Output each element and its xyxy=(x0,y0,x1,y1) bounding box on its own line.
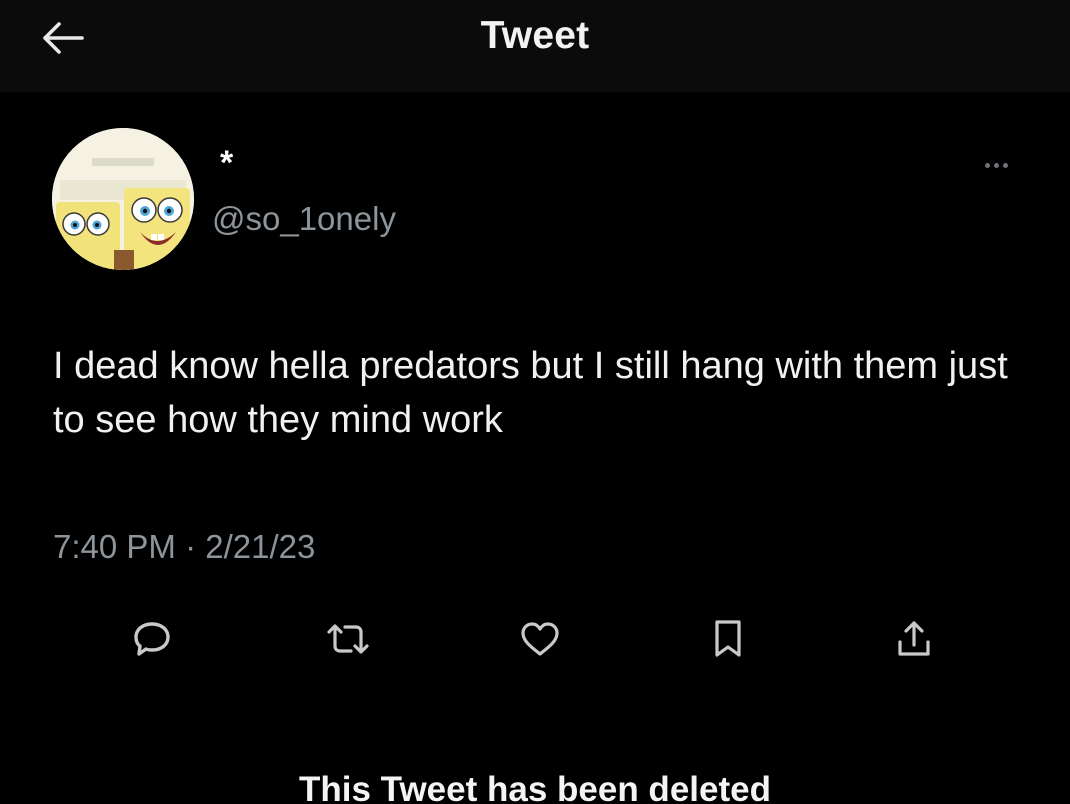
bookmark-button[interactable] xyxy=(700,614,756,664)
share-button[interactable] xyxy=(886,614,942,664)
tweet-timestamp[interactable]: 7:40 PM · 2/21/23 xyxy=(53,528,315,566)
more-horizontal-icon xyxy=(984,162,990,168)
tweet-actions xyxy=(0,604,1070,674)
more-dot xyxy=(993,162,999,168)
more-options-button[interactable] xyxy=(972,150,1020,180)
heart-icon xyxy=(521,622,559,656)
like-button[interactable] xyxy=(512,614,568,664)
author-display-name[interactable]: * xyxy=(220,144,233,183)
top-bar: Tweet xyxy=(0,0,1070,92)
tweet-card: * @so_1onely I dead know hella predators… xyxy=(0,92,1070,804)
speech-bubble-icon xyxy=(134,622,170,656)
more-dot xyxy=(1002,162,1008,168)
avatar[interactable] xyxy=(52,128,194,270)
retweet-button[interactable] xyxy=(320,614,376,664)
page-title: Tweet xyxy=(480,14,590,57)
author-handle[interactable]: @so_1onely xyxy=(212,200,396,238)
bookmark-icon xyxy=(715,620,741,657)
reply-button[interactable] xyxy=(124,614,180,664)
avatar-image xyxy=(52,128,194,270)
deleted-notice: This Tweet has been deleted xyxy=(299,770,771,804)
retweet-icon xyxy=(327,624,369,654)
tweet-text: I dead know hella predators but I still … xyxy=(53,345,1008,441)
share-icon xyxy=(898,621,930,656)
